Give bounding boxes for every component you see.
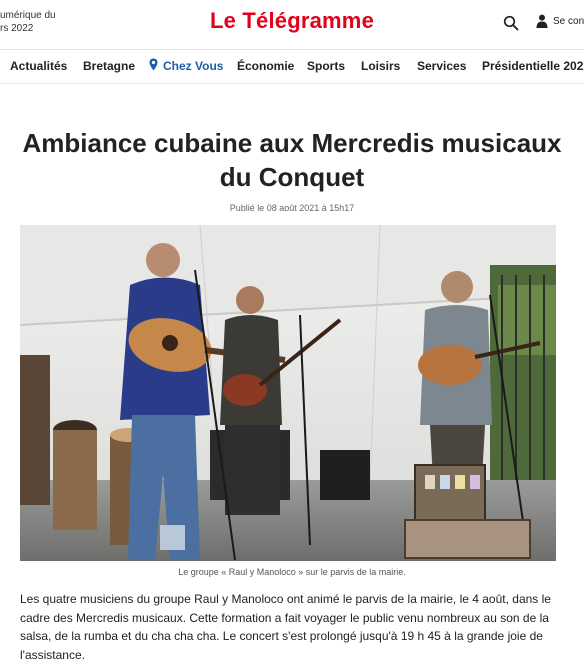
nav-item-actualites[interactable]: Actualités [10,59,67,73]
subscription-promo[interactable]: umérique du rs 2022 [0,9,56,35]
login-link[interactable]: Se conn [553,16,584,27]
site-header: umérique du rs 2022 Le Télégramme Se con… [0,0,584,48]
nav-item-sports[interactable]: Sports [307,59,345,73]
article-photo [20,225,556,561]
promo-line-1: umérique du [0,10,56,21]
search-icon[interactable] [503,15,519,31]
promo-line-2: rs 2022 [0,23,34,34]
photo-caption: Le groupe « Raul y Manoloco » sur le par… [178,567,406,577]
nav-item-bretagne[interactable]: Bretagne [83,59,135,73]
nav-item-chez-vous[interactable]: Chez Vous [163,59,223,73]
site-logo[interactable]: Le Télégramme [210,8,374,34]
nav-item-economie[interactable]: Économie [237,59,294,73]
publish-date: Publié le 08 août 2021 à 15h17 [229,203,355,213]
article-title: Ambiance cubaine aux Mercredis musicaux … [22,128,562,192]
location-pin-icon [149,58,158,71]
nav-item-services[interactable]: Services [417,59,466,73]
user-icon[interactable] [536,14,548,28]
main-nav: Actualités Bretagne Chez Vous Économie S… [0,49,584,84]
nav-item-presidentielle[interactable]: Présidentielle 2022 [482,59,584,73]
nav-item-loisirs[interactable]: Loisirs [361,59,400,73]
article-body: Les quatre musiciens du groupe Raul y Ma… [20,592,551,662]
